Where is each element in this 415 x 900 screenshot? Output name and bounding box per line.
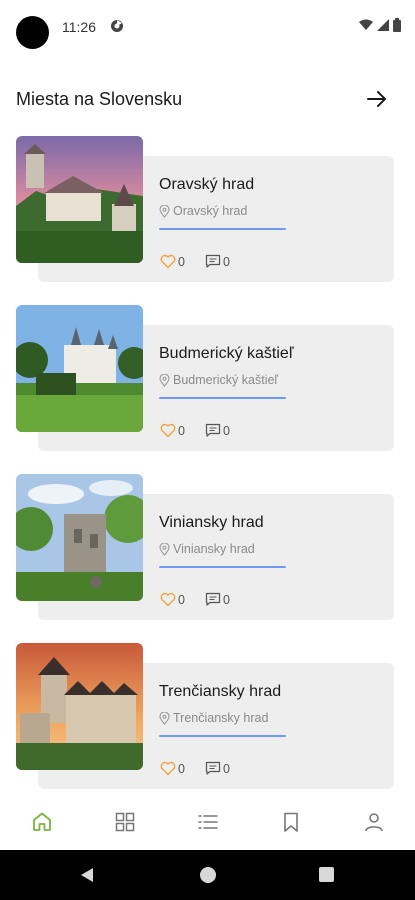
- comment-count: 0: [222, 761, 230, 776]
- nav-profile[interactable]: [362, 810, 386, 834]
- wifi-icon: [359, 19, 373, 31]
- nav-categories[interactable]: [113, 810, 137, 834]
- status-indicators: [359, 18, 401, 32]
- back-triangle-icon: [81, 868, 93, 882]
- arrow-right-button[interactable]: [365, 87, 389, 111]
- place-title[interactable]: Oravský hrad: [159, 176, 254, 194]
- place-card[interactable]: Budmerický kaštieľ Budmerický kaštieľ 0 …: [16, 305, 396, 457]
- heart-icon: [160, 423, 176, 438]
- like-count: 0: [178, 254, 185, 269]
- heart-icon: [160, 254, 176, 269]
- comment-button[interactable]: 0: [205, 254, 230, 269]
- location-pin-icon: [159, 711, 170, 725]
- status-bar: 11:26: [0, 0, 415, 56]
- place-stats: 0 0: [160, 761, 250, 776]
- system-navigation-bar: [0, 850, 415, 900]
- header: Miesta na Slovensku: [16, 85, 389, 115]
- comment-button[interactable]: 0: [205, 761, 230, 776]
- comment-icon: [205, 761, 221, 775]
- list-icon: [198, 815, 218, 829]
- signal-icon: [377, 19, 389, 31]
- place-stats: 0 0: [160, 423, 250, 438]
- nav-home[interactable]: [30, 810, 54, 834]
- place-image[interactable]: [16, 136, 143, 263]
- like-button[interactable]: 0: [160, 761, 185, 776]
- divider-line: [159, 397, 286, 399]
- location-pin-icon: [159, 542, 170, 556]
- arrow-right-icon: [367, 91, 386, 107]
- home-system-button[interactable]: [200, 867, 216, 883]
- settings-status-icon: [110, 19, 124, 33]
- comment-count: 0: [222, 592, 230, 607]
- bottom-navigation: [0, 800, 415, 848]
- comment-button[interactable]: 0: [205, 423, 230, 438]
- place-location: Budmerický kaštieľ: [159, 373, 278, 387]
- nav-list[interactable]: [196, 810, 220, 834]
- like-button[interactable]: 0: [160, 423, 185, 438]
- place-location-text: Trenčiansky hrad: [173, 711, 269, 725]
- recents-button[interactable]: [319, 867, 334, 882]
- status-time: 11:26: [62, 19, 96, 35]
- like-button[interactable]: 0: [160, 254, 185, 269]
- place-image[interactable]: [16, 474, 143, 601]
- divider-line: [159, 566, 286, 568]
- home-icon: [33, 812, 51, 831]
- bookmark-icon: [284, 812, 298, 832]
- place-title[interactable]: Trenčiansky hrad: [159, 683, 281, 701]
- comment-count: 0: [222, 254, 230, 269]
- comment-button[interactable]: 0: [205, 592, 230, 607]
- place-card[interactable]: Trenčiansky hrad Trenčiansky hrad 0 0: [16, 643, 396, 795]
- place-location: Trenčiansky hrad: [159, 711, 268, 725]
- place-location-text: Oravský hrad: [173, 204, 248, 218]
- divider-line: [159, 228, 286, 230]
- nav-bookmarks[interactable]: [279, 810, 303, 834]
- place-location: Viniansky hrad: [159, 542, 255, 556]
- like-count: 0: [178, 423, 185, 438]
- comment-icon: [205, 254, 221, 268]
- place-card[interactable]: Oravský hrad Oravský hrad 0 0: [16, 136, 396, 288]
- like-count: 0: [178, 592, 185, 607]
- place-image[interactable]: [16, 643, 143, 770]
- back-button[interactable]: [80, 867, 94, 888]
- heart-icon: [160, 761, 176, 776]
- camera-cutout: [16, 16, 49, 49]
- place-image[interactable]: [16, 305, 143, 432]
- comment-icon: [205, 592, 221, 606]
- comment-icon: [205, 423, 221, 437]
- battery-icon: [393, 18, 401, 32]
- location-pin-icon: [159, 373, 170, 387]
- place-stats: 0 0: [160, 254, 250, 269]
- place-stats: 0 0: [160, 592, 250, 607]
- profile-icon: [365, 813, 383, 832]
- page-title: Miesta na Slovensku: [16, 89, 183, 109]
- comment-count: 0: [222, 423, 230, 438]
- place-title[interactable]: Budmerický kaštieľ: [159, 345, 293, 363]
- place-title[interactable]: Viniansky hrad: [159, 514, 264, 532]
- heart-icon: [160, 592, 176, 607]
- place-location-text: Budmerický kaštieľ: [173, 373, 279, 387]
- like-count: 0: [178, 761, 185, 776]
- place-card[interactable]: Viniansky hrad Viniansky hrad 0 0: [16, 474, 396, 626]
- divider-line: [159, 735, 286, 737]
- grid-icon: [115, 812, 135, 832]
- like-button[interactable]: 0: [160, 592, 185, 607]
- location-pin-icon: [159, 204, 170, 218]
- place-location: Oravský hrad: [159, 204, 247, 218]
- place-location-text: Viniansky hrad: [173, 542, 255, 556]
